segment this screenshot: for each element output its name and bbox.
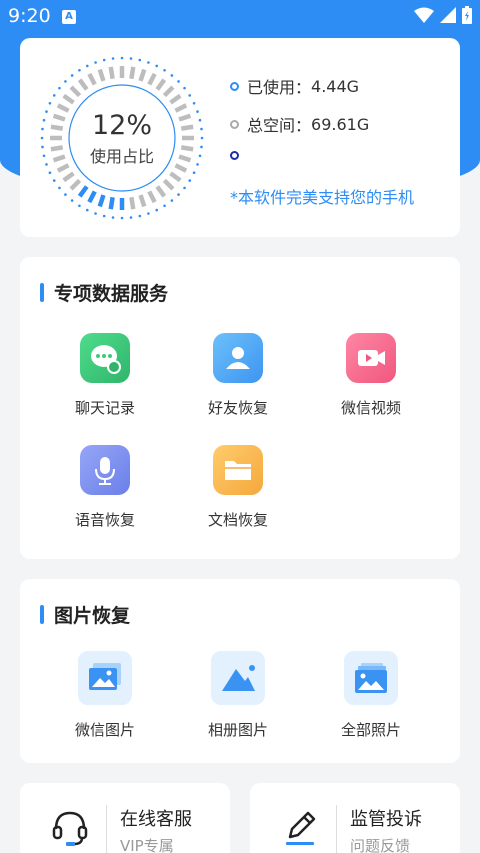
service-friends[interactable]: 好友恢复 [173, 333, 303, 418]
wifi-icon [414, 7, 434, 23]
service-label: 聊天记录 [74, 399, 135, 417]
usage-label: 使用占比 [89, 146, 154, 166]
legend-row [230, 151, 247, 160]
ring-text: 12% 使用占比 [38, 54, 206, 222]
service-label: 好友恢复 [207, 399, 268, 417]
photo-wechat[interactable]: 微信图片 [40, 651, 170, 740]
complaint-title: 监管投诉 [350, 809, 422, 830]
service-documents[interactable]: 文档恢复 [173, 445, 303, 530]
photo-label: 相册图片 [207, 721, 268, 739]
microphone-icon [80, 445, 130, 495]
title-accent-bar [40, 283, 44, 302]
photo-all[interactable]: 全部照片 [306, 651, 436, 740]
usage-percent: 12% [91, 109, 152, 141]
used-dot [230, 81, 239, 91]
album-icon [211, 651, 265, 705]
status-icons [414, 6, 472, 24]
status-bar: 9:20 A [0, 0, 480, 34]
used-value: 4.44G [311, 76, 360, 96]
total-label: 总空间： [247, 116, 312, 135]
folder-icon [213, 445, 263, 495]
complaint-card[interactable]: 监管投诉 问题反馈 [250, 783, 460, 853]
friends-icon [213, 333, 263, 383]
notification-icon: A [62, 10, 76, 24]
total-value: 69.61G [311, 114, 370, 134]
support-note: *本软件完美支持您的手机 [230, 188, 415, 207]
all-photos-icon [344, 651, 398, 705]
headset-icon [52, 811, 88, 846]
service-voice[interactable]: 语音恢复 [40, 445, 170, 530]
status-time: 9:20 [8, 5, 51, 27]
used-label: 已使用： [247, 78, 312, 97]
video-icon [346, 333, 396, 383]
photo-label: 全部照片 [340, 721, 401, 739]
total-dot [230, 119, 239, 129]
signal-icon [440, 7, 456, 23]
used-row: 已使用： 4.44G [230, 74, 359, 98]
photos-title-text: 图片恢复 [54, 605, 131, 627]
battery-icon [462, 6, 472, 24]
total-row: 总空间： 69.61G [230, 112, 369, 136]
service-chat-records[interactable]: 聊天记录 [40, 333, 170, 418]
chat-icon [80, 333, 130, 383]
divider [106, 805, 107, 853]
photo-label: 微信图片 [74, 721, 135, 739]
service-label: 文档恢复 [207, 511, 268, 529]
title-accent-bar [40, 605, 44, 624]
pen-icon [286, 811, 316, 845]
service-label: 语音恢复 [74, 511, 135, 529]
service-title: 在线客服 [120, 809, 192, 830]
services-title-text: 专项数据服务 [54, 283, 169, 305]
wechat-photo-icon [78, 651, 132, 705]
online-service-card[interactable]: 在线客服 VIP专属 [20, 783, 230, 853]
service-label: 微信视频 [340, 399, 401, 417]
complaint-subtitle: 问题反馈 [350, 837, 411, 853]
photos-title: 图片恢复 [40, 601, 130, 628]
service-subtitle: VIP专属 [120, 837, 174, 853]
service-video[interactable]: 微信视频 [306, 333, 436, 418]
divider [336, 805, 337, 853]
storage-card: 12% 使用占比 已使用： 4.44G 总空间： 69.61G *本软件完美支持… [20, 38, 460, 237]
legend-dot [230, 151, 239, 160]
photo-album[interactable]: 相册图片 [173, 651, 303, 740]
services-title: 专项数据服务 [40, 279, 168, 306]
